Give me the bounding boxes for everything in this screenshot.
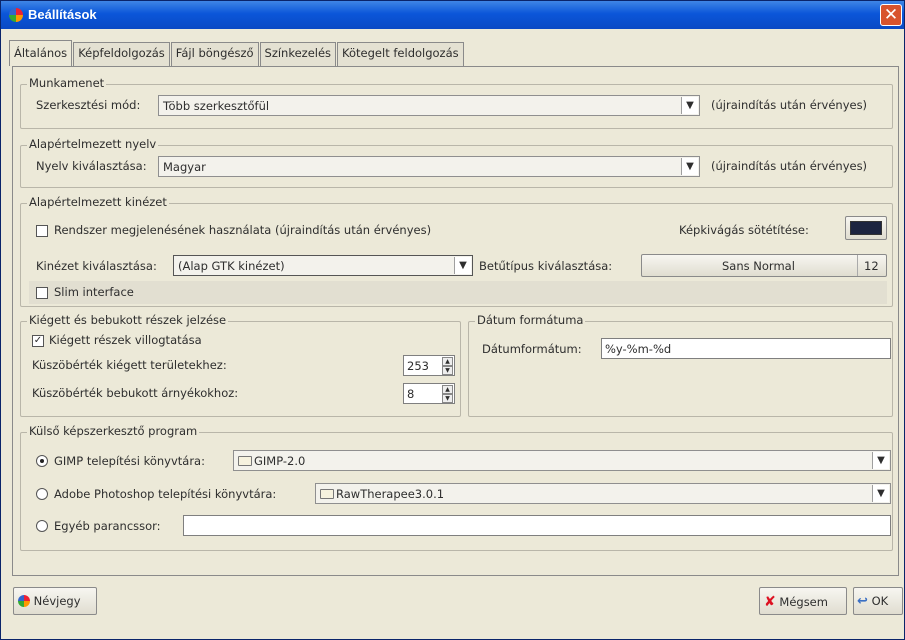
font-label: Betűtípus kiválasztása:	[479, 259, 613, 273]
edit-mode-select[interactable]: Több szerkesztőfül ▼	[158, 95, 700, 116]
shadow-threshold-spinner[interactable]: 8 ▲ ▼	[403, 383, 455, 404]
theme-label: Kinézet kiválasztása:	[36, 259, 157, 273]
gimp-dir-value: GIMP-2.0	[254, 454, 306, 468]
spin-up-icon[interactable]: ▲	[442, 385, 453, 394]
chevron-down-icon: ▼	[681, 97, 698, 114]
cancel-x-icon: ✘	[764, 594, 776, 610]
tab-batch-processing[interactable]: Kötegelt feldolgozás	[337, 42, 464, 66]
spin-up-icon[interactable]: ▲	[442, 357, 453, 366]
about-label: Névjegy	[33, 594, 81, 608]
language-select[interactable]: Magyar ▼	[158, 156, 700, 177]
language-legend: Alapértelmezett nyelv	[27, 137, 159, 151]
photoshop-radio[interactable]	[36, 488, 48, 500]
slim-interface-label: Slim interface	[54, 285, 134, 299]
date-format-input[interactable]: %y-%m-%d	[601, 338, 891, 359]
language-note: (újraindítás után érvényes)	[711, 159, 868, 173]
ok-label: OK	[871, 594, 889, 608]
gimp-radio[interactable]	[36, 455, 48, 467]
slim-row	[29, 281, 887, 304]
external-editor-group: Külső képszerkesztő program GIMP telepít…	[20, 424, 893, 551]
tab-file-browser[interactable]: Fájl böngésző	[170, 42, 259, 66]
custom-command-label: Egyéb parancssor:	[54, 519, 161, 533]
ok-button[interactable]: ↩ OK	[853, 587, 903, 615]
system-theme-label: Rendszer megjelenésének használata (újra…	[54, 223, 432, 237]
highlight-threshold-label: Küszöbérték kiégett területekhez:	[32, 358, 227, 372]
gimp-dir-select[interactable]: GIMP-2.0 ▼	[233, 450, 891, 471]
custom-command-input[interactable]	[183, 515, 891, 536]
chevron-down-icon: ▼	[872, 452, 889, 469]
clipping-legend: Kiégett és bebukott részek jelzése	[27, 313, 229, 327]
window-title: Beállítások	[28, 7, 97, 22]
tab-bar: Általános Képfeldolgozás Fájl böngésző S…	[9, 40, 465, 66]
language-group: Alapértelmezett nyelv Nyelv kiválasztása…	[20, 137, 893, 188]
date-format-label: Dátumformátum:	[482, 342, 582, 356]
edit-mode-label: Szerkesztési mód:	[36, 98, 141, 112]
font-value: Sans Normal	[722, 259, 795, 273]
general-panel: Munkamenet Szerkesztési mód: Több szerke…	[12, 66, 899, 576]
highlight-threshold-value: 253	[407, 359, 429, 373]
edit-mode-note: (újraindítás után érvényes)	[711, 98, 868, 112]
shadow-threshold-label: Küszöbérték bebukott árnyékokhoz:	[32, 386, 239, 400]
date-format-legend: Dátum formátuma	[475, 313, 586, 327]
shadow-threshold-value: 8	[407, 387, 415, 401]
ok-arrow-icon: ↩	[857, 594, 868, 609]
chevron-down-icon: ▼	[681, 158, 698, 175]
cancel-label: Mégsem	[779, 595, 828, 609]
app-icon	[9, 8, 23, 22]
tab-image-processing[interactable]: Képfeldolgozás	[73, 42, 170, 66]
crop-color-swatch	[850, 221, 882, 235]
clipping-group: Kiégett és bebukott részek jelzése ✓ Kié…	[20, 313, 461, 417]
slim-interface-checkbox[interactable]	[36, 287, 48, 299]
gimp-dir-label: GIMP telepítési könyvtára:	[54, 454, 205, 468]
theme-select[interactable]: (Alap GTK kinézet) ▼	[173, 255, 473, 276]
tab-color-management[interactable]: Színkezelés	[259, 42, 337, 66]
cancel-button[interactable]: ✘ Mégsem	[759, 587, 847, 615]
session-group: Munkamenet Szerkesztési mód: Több szerke…	[20, 76, 893, 129]
photoshop-dir-label: Adobe Photoshop telepítési könyvtára:	[54, 487, 277, 501]
crop-color-button[interactable]	[845, 216, 887, 240]
preferences-window: Beállítások ✕ Általános Képfeldolgozás F…	[0, 0, 905, 640]
system-theme-checkbox[interactable]	[36, 225, 48, 237]
blink-label: Kiégett részek villogtatása	[49, 333, 202, 347]
folder-icon	[238, 456, 252, 466]
font-size: 12	[857, 255, 879, 276]
close-icon[interactable]: ✕	[880, 4, 902, 26]
session-legend: Munkamenet	[27, 76, 107, 90]
highlight-threshold-spinner[interactable]: 253 ▲ ▼	[403, 355, 455, 376]
blink-checkbox[interactable]: ✓	[32, 335, 44, 347]
theme-legend: Alapértelmezett kinézet	[27, 195, 169, 209]
external-editor-legend: Külső képszerkesztő program	[27, 424, 200, 438]
language-label: Nyelv kiválasztása:	[36, 159, 147, 173]
date-format-group: Dátum formátuma Dátumformátum: %y-%m-%d	[468, 313, 893, 417]
spin-down-icon[interactable]: ▼	[442, 394, 453, 403]
spin-down-icon[interactable]: ▼	[442, 366, 453, 375]
photoshop-dir-select[interactable]: RawTherapee3.0.1 ▼	[315, 483, 891, 504]
app-logo-icon	[18, 595, 30, 607]
photoshop-dir-value: RawTherapee3.0.1	[336, 487, 445, 501]
title-bar[interactable]: Beállítások ✕	[1, 1, 904, 29]
custom-command-radio[interactable]	[36, 520, 48, 532]
language-value: Magyar	[163, 160, 206, 174]
theme-group: Alapértelmezett kinézet Rendszer megjele…	[20, 195, 893, 307]
about-button[interactable]: Névjegy	[13, 587, 97, 615]
chevron-down-icon: ▼	[872, 485, 889, 502]
font-button[interactable]: Sans Normal 12	[641, 254, 887, 277]
theme-value: (Alap GTK kinézet)	[178, 259, 285, 273]
folder-icon	[320, 489, 334, 499]
edit-mode-value: Több szerkesztőfül	[163, 99, 270, 113]
tab-general[interactable]: Általános	[9, 40, 73, 66]
crop-darken-label: Képkivágás sötétítése:	[679, 223, 809, 237]
chevron-down-icon: ▼	[454, 257, 471, 274]
